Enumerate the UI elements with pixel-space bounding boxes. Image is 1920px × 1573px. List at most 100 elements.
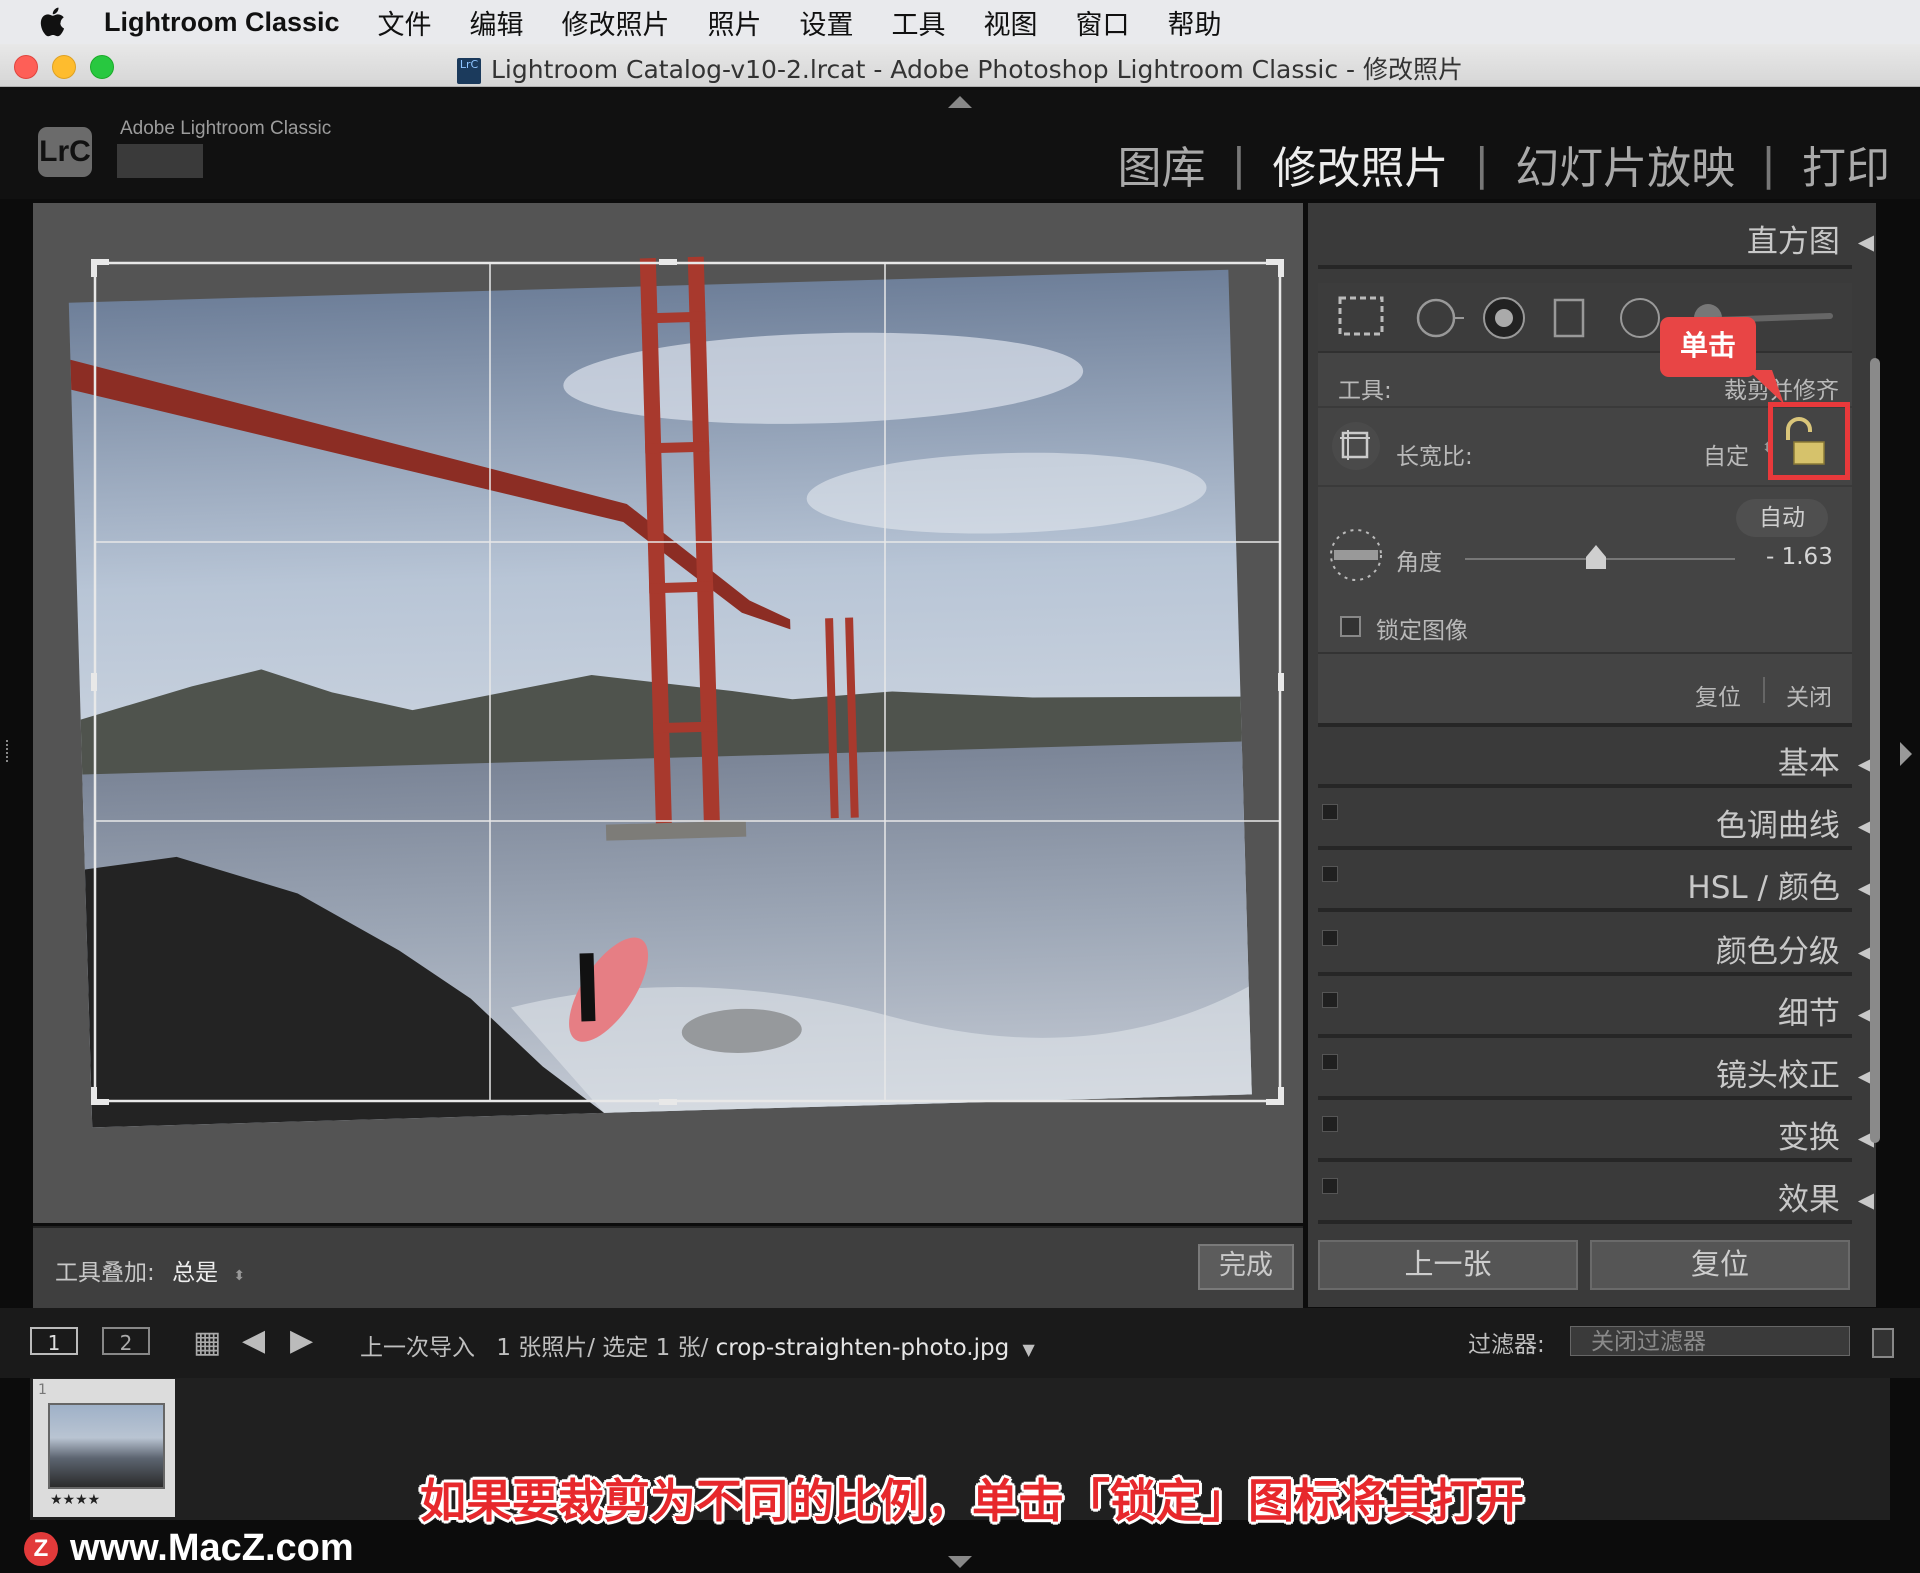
previous-button[interactable]: 上一张 xyxy=(1318,1240,1578,1290)
done-button[interactable]: 完成 xyxy=(1198,1244,1294,1290)
chevron-down-icon[interactable]: ▼ xyxy=(1023,1340,1035,1359)
aspect-ratio-label: 长宽比: xyxy=(1396,444,1473,470)
angle-label: 角度 xyxy=(1396,550,1442,576)
crop-close-button[interactable]: 关闭 xyxy=(1786,678,1832,712)
section-hsl-color[interactable]: HSL / 颜色 ◀ xyxy=(1687,862,1874,907)
section-tone-curve[interactable]: 色调曲线 ◀ xyxy=(1716,800,1874,845)
divider xyxy=(1763,677,1765,703)
panel-divider xyxy=(1318,784,1852,788)
tool-strip-icons xyxy=(1338,296,1833,339)
left-panel-toggle-icon[interactable] xyxy=(6,740,18,762)
panel-divider xyxy=(1318,972,1852,976)
source-label[interactable]: 上一次导入 xyxy=(360,1335,475,1361)
lock-image-checkbox[interactable] xyxy=(1340,616,1361,637)
straighten-tool-icon[interactable] xyxy=(1328,527,1384,583)
menu-settings[interactable]: 设置 xyxy=(800,3,854,42)
section-effects[interactable]: 效果 ◀ xyxy=(1778,1174,1874,1219)
crop-overlay-tool-icon[interactable] xyxy=(1330,420,1382,472)
histogram-header[interactable]: 直方图 ◀ xyxy=(1747,216,1874,261)
menu-photo[interactable]: 照片 xyxy=(708,3,762,42)
aspect-ratio-select[interactable]: 自定 xyxy=(1703,437,1749,471)
stepper-icon[interactable]: ⬍ xyxy=(233,1268,245,1284)
filter-lock-icon[interactable] xyxy=(1872,1328,1894,1358)
menu-help[interactable]: 帮助 xyxy=(1168,3,1222,42)
tool-overlay-control[interactable]: 工具叠加: 总是 ⬍ xyxy=(55,1253,245,1287)
menu-app-name[interactable]: Lightroom Classic xyxy=(104,7,340,38)
section-basic[interactable]: 基本 ◀ xyxy=(1778,738,1874,783)
right-panel-toggle-icon[interactable] xyxy=(1900,742,1912,766)
filmstrip-source[interactable]: 上一次导入 1 张照片/ 选定 1 张/ crop-straighten-pho… xyxy=(360,1328,1035,1362)
filter-label: 过滤器: xyxy=(1468,1332,1545,1358)
crop-tool-icon[interactable] xyxy=(1338,296,1384,336)
section-toggle-switch[interactable] xyxy=(1322,1054,1338,1070)
lrc-logo: LrC xyxy=(38,127,92,177)
collapse-top-panel-icon[interactable] xyxy=(948,96,972,108)
auto-straighten-button[interactable]: 自动 xyxy=(1736,499,1828,537)
histogram-label: 直方图 xyxy=(1746,224,1840,260)
section-label: 变换 xyxy=(1777,1120,1840,1156)
panel-divider xyxy=(1318,723,1852,727)
click-callout: 单击 xyxy=(1660,317,1756,377)
panel-divider xyxy=(1318,1034,1852,1038)
module-develop[interactable]: 修改照片 xyxy=(1272,132,1448,196)
section-transform[interactable]: 变换 ◀ xyxy=(1778,1112,1874,1157)
back-arrow-icon[interactable]: ◀ xyxy=(242,1323,265,1358)
section-toggle-switch[interactable] xyxy=(1322,1178,1338,1194)
panel-divider xyxy=(1318,1220,1852,1224)
module-print[interactable]: 打印 xyxy=(1802,132,1890,196)
radial-filter-icon[interactable] xyxy=(1620,298,1660,338)
secondary-window-button[interactable]: 2 xyxy=(102,1327,150,1355)
section-toggle-switch[interactable] xyxy=(1322,992,1338,1008)
angle-slider-thumb[interactable] xyxy=(1584,545,1608,571)
reset-all-button[interactable]: 复位 xyxy=(1590,1240,1850,1290)
menu-file[interactable]: 文件 xyxy=(378,3,432,42)
module-slideshow[interactable]: 幻灯片放映 xyxy=(1515,132,1735,196)
section-toggle-switch[interactable] xyxy=(1322,804,1338,820)
section-color-grading[interactable]: 颜色分级 ◀ xyxy=(1716,926,1874,971)
module-separator: | xyxy=(1474,138,1490,190)
tool-overlay-value[interactable]: 总是 xyxy=(172,1260,218,1286)
right-panel-scrollbar[interactable] xyxy=(1870,358,1880,1143)
crop-photo[interactable] xyxy=(33,203,1303,1223)
collapse-filmstrip-icon[interactable] xyxy=(948,1556,972,1568)
menu-develop[interactable]: 修改照片 xyxy=(562,3,670,42)
graduated-filter-icon[interactable] xyxy=(1553,298,1585,338)
panel-divider xyxy=(1318,1158,1852,1162)
section-toggle-switch[interactable] xyxy=(1322,866,1338,882)
menu-tools[interactable]: 工具 xyxy=(892,3,946,42)
panel-divider xyxy=(1318,652,1852,654)
menu-edit[interactable]: 编辑 xyxy=(470,3,524,42)
red-eye-icon[interactable] xyxy=(1483,297,1525,339)
collapse-triangle-icon[interactable]: ◀ xyxy=(1858,230,1874,254)
apple-icon[interactable] xyxy=(36,4,72,40)
primary-window-button[interactable]: 1 xyxy=(30,1327,78,1355)
menu-view[interactable]: 视图 xyxy=(984,3,1038,42)
current-filename: crop-straighten-photo.jpg xyxy=(715,1335,1010,1361)
lock-highlight-box xyxy=(1768,402,1850,480)
tool-overlay-label: 工具叠加: xyxy=(55,1260,155,1286)
spot-removal-icon[interactable] xyxy=(1416,298,1464,338)
menu-window[interactable]: 窗口 xyxy=(1076,3,1130,42)
section-label: 镜头校正 xyxy=(1715,1058,1840,1094)
module-library[interactable]: 图库 xyxy=(1118,132,1206,196)
grid-view-icon[interactable]: ▦ xyxy=(193,1325,221,1360)
forward-arrow-icon[interactable]: ▶ xyxy=(290,1323,313,1358)
filter-select[interactable]: 关闭过滤器 xyxy=(1570,1326,1850,1356)
window-title-text: Lightroom Catalog-v10-2.lrcat - Adobe Ph… xyxy=(490,55,1463,84)
section-detail[interactable]: 细节 ◀ xyxy=(1778,988,1874,1033)
angle-value[interactable]: - 1.63 xyxy=(1766,544,1833,570)
section-label: 基本 xyxy=(1777,746,1840,782)
watermark-text: www.MacZ.com xyxy=(70,1527,354,1569)
photo-count: 1 张照片/ 选定 1 张/ xyxy=(496,1335,709,1361)
section-label: 色调曲线 xyxy=(1715,808,1840,844)
section-toggle-switch[interactable] xyxy=(1322,1116,1338,1132)
section-toggle-switch[interactable] xyxy=(1322,930,1338,946)
crop-reset-button[interactable]: 复位 xyxy=(1695,678,1741,712)
identity-app-label: Adobe Lightroom Classic xyxy=(120,118,332,139)
filmstrip-thumbnail[interactable] xyxy=(48,1403,165,1489)
collapse-triangle-icon[interactable]: ◀ xyxy=(1858,1188,1874,1212)
window-title: LrC Lightroom Catalog-v10-2.lrcat - Adobe… xyxy=(0,50,1920,86)
identity-plate xyxy=(117,144,203,178)
module-separator: | xyxy=(1761,138,1776,190)
section-lens-corrections[interactable]: 镜头校正 ◀ xyxy=(1716,1050,1874,1095)
